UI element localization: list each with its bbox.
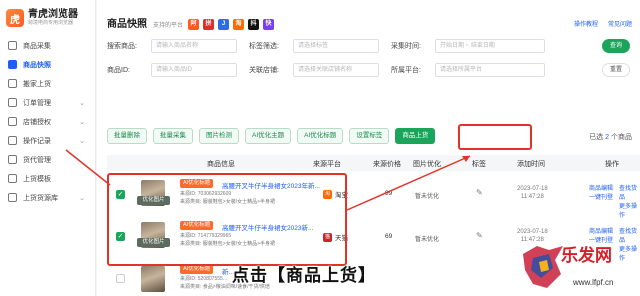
annotation-caption: 点击【商品上货】 [232, 266, 376, 285]
arrow-line-right [346, 155, 471, 211]
watermark-url: www.lfpf.cn [573, 278, 614, 287]
bull-logo-icon [523, 246, 563, 288]
watermark-text: 乐发网 [561, 246, 612, 266]
arrow-line-left [65, 149, 111, 186]
watermark: 乐发网 www.lfpf.cn [519, 240, 634, 296]
